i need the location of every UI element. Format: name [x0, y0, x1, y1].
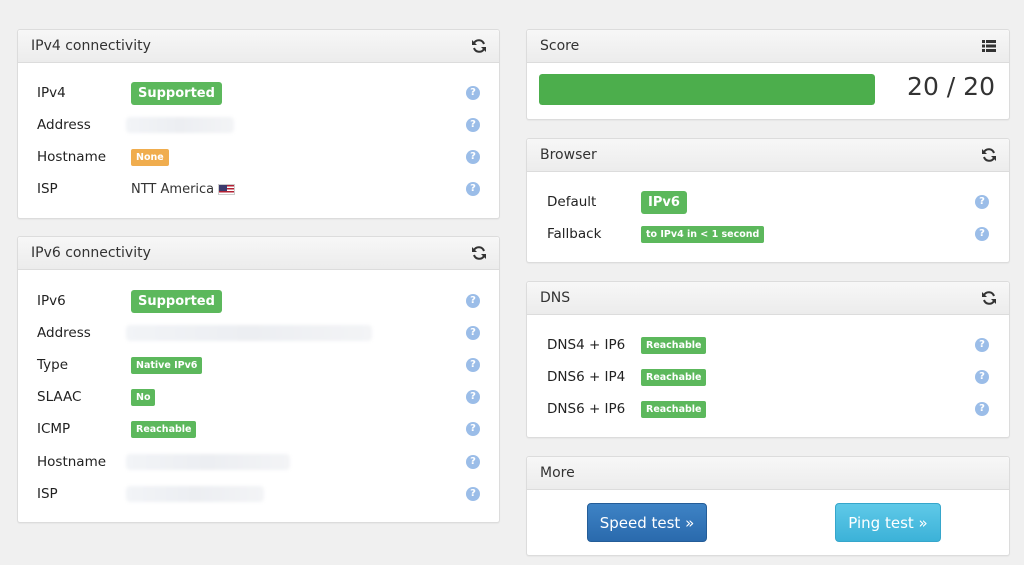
row-label: Address [37, 117, 91, 133]
row-label: DNS6 + IP4 [547, 369, 626, 385]
dns-row-dns6-ip4: DNS6 + IP4 Reachable ? [527, 363, 1009, 391]
help-icon[interactable]: ? [466, 86, 480, 100]
list-icon[interactable] [981, 38, 997, 54]
type-badge: Native IPv6 [131, 356, 203, 374]
row-label: ISP [37, 486, 58, 502]
refresh-icon[interactable] [981, 290, 997, 306]
slaac-badge: No [131, 388, 156, 406]
browser-panel-title: Browser [540, 147, 597, 163]
dns-panel: DNS DNS4 + IP6 Reachable ? DNS6 + IP4 Re… [526, 281, 1010, 438]
ipv6-row-isp: ISP ? [18, 480, 499, 508]
icmp-badge: Reachable [131, 420, 197, 438]
ipv6-panel: IPv6 connectivity IPv6 Supported ? Addre… [17, 236, 500, 523]
browser-panel: Browser Default IPv6 ? Fallback to IPv4 … [526, 138, 1010, 263]
dns-panel-title: DNS [540, 290, 571, 306]
score-panel-header: Score [527, 30, 1009, 63]
ipv4-panel-header: IPv4 connectivity [18, 30, 499, 63]
help-icon[interactable]: ? [466, 487, 480, 501]
more-panel-header: More [527, 457, 1009, 490]
ipv6-row-hostname: Hostname ? [18, 448, 499, 476]
ipv4-row-address: Address ? [18, 111, 499, 139]
help-icon[interactable]: ? [466, 326, 480, 340]
browser-panel-header: Browser [527, 139, 1009, 172]
more-panel: More Speed test » Ping test » [526, 456, 1010, 556]
help-icon[interactable]: ? [466, 358, 480, 372]
ipv6-row-type: Type Native IPv6 ? [18, 351, 499, 379]
help-icon[interactable]: ? [975, 195, 989, 209]
help-icon[interactable]: ? [466, 150, 480, 164]
score-panel: Score 20 / 20 [526, 29, 1010, 120]
ipv4-row-isp: ISP NTT America ? [18, 175, 499, 203]
supported-badge: Supported [131, 81, 222, 105]
ipv4-row-hostname: Hostname None ? [18, 143, 499, 171]
redacted-hostname [126, 454, 290, 470]
row-label: Address [37, 325, 91, 341]
row-label: DNS4 + IP6 [547, 337, 626, 353]
more-panel-title: More [540, 465, 575, 481]
row-label: ISP [37, 181, 58, 197]
ipv6-row-ipv6: IPv6 Supported ? [18, 287, 499, 315]
row-label: Default [547, 194, 597, 210]
isp-name: NTT America [131, 181, 215, 197]
reachable-badge: Reachable [641, 336, 707, 354]
ipv6-panel-header: IPv6 connectivity [18, 237, 499, 270]
row-label: ICMP [37, 421, 71, 437]
dns-row-dns6-ip6: DNS6 + IP6 Reachable ? [527, 395, 1009, 423]
browser-row-fallback: Fallback to IPv4 in < 1 second ? [527, 220, 1009, 248]
dns-panel-header: DNS [527, 282, 1009, 315]
fallback-badge: to IPv4 in < 1 second [641, 225, 765, 243]
row-label: Hostname [37, 149, 107, 165]
help-icon[interactable]: ? [975, 338, 989, 352]
us-flag-icon [218, 183, 236, 195]
ipv6-row-slaac: SLAAC No ? [18, 383, 499, 411]
row-label: IPv6 [37, 293, 66, 309]
refresh-icon[interactable] [471, 38, 487, 54]
default-badge: IPv6 [641, 190, 687, 214]
row-label: Type [37, 357, 69, 373]
score-value: 20 / 20 [907, 72, 995, 101]
help-icon[interactable]: ? [975, 402, 989, 416]
score-progress-bar [539, 74, 875, 105]
ipv6-row-address: Address ? [18, 319, 499, 347]
row-label: SLAAC [37, 389, 82, 405]
reachable-badge: Reachable [641, 400, 707, 418]
help-icon[interactable]: ? [975, 370, 989, 384]
help-icon[interactable]: ? [466, 422, 480, 436]
row-label: IPv4 [37, 85, 66, 101]
ipv4-panel: IPv4 connectivity IPv4 Supported ? Addre… [17, 29, 500, 219]
refresh-icon[interactable] [981, 147, 997, 163]
ipv4-row-ipv4: IPv4 Supported ? [18, 79, 499, 107]
reachable-badge: Reachable [641, 368, 707, 386]
none-badge: None [131, 148, 169, 166]
help-icon[interactable]: ? [466, 294, 480, 308]
help-icon[interactable]: ? [466, 182, 480, 196]
supported-badge: Supported [131, 289, 222, 313]
help-icon[interactable]: ? [466, 390, 480, 404]
redacted-isp [126, 486, 264, 502]
help-icon[interactable]: ? [466, 118, 480, 132]
ipv6-row-icmp: ICMP Reachable ? [18, 415, 499, 443]
ipv6-panel-title: IPv6 connectivity [31, 245, 151, 261]
score-panel-title: Score [540, 38, 580, 54]
ping-test-button[interactable]: Ping test » [835, 503, 941, 542]
redacted-address [126, 325, 372, 341]
help-icon[interactable]: ? [975, 227, 989, 241]
score-progress-fill [539, 74, 875, 105]
row-label: DNS6 + IP6 [547, 401, 626, 417]
ipv4-panel-title: IPv4 connectivity [31, 38, 151, 54]
browser-row-default: Default IPv6 ? [527, 188, 1009, 216]
speed-test-button[interactable]: Speed test » [587, 503, 707, 542]
row-label: Fallback [547, 226, 602, 242]
row-label: Hostname [37, 454, 107, 470]
help-icon[interactable]: ? [466, 455, 480, 469]
refresh-icon[interactable] [471, 245, 487, 261]
redacted-address [126, 117, 234, 133]
dns-row-dns4-ip6: DNS4 + IP6 Reachable ? [527, 331, 1009, 359]
